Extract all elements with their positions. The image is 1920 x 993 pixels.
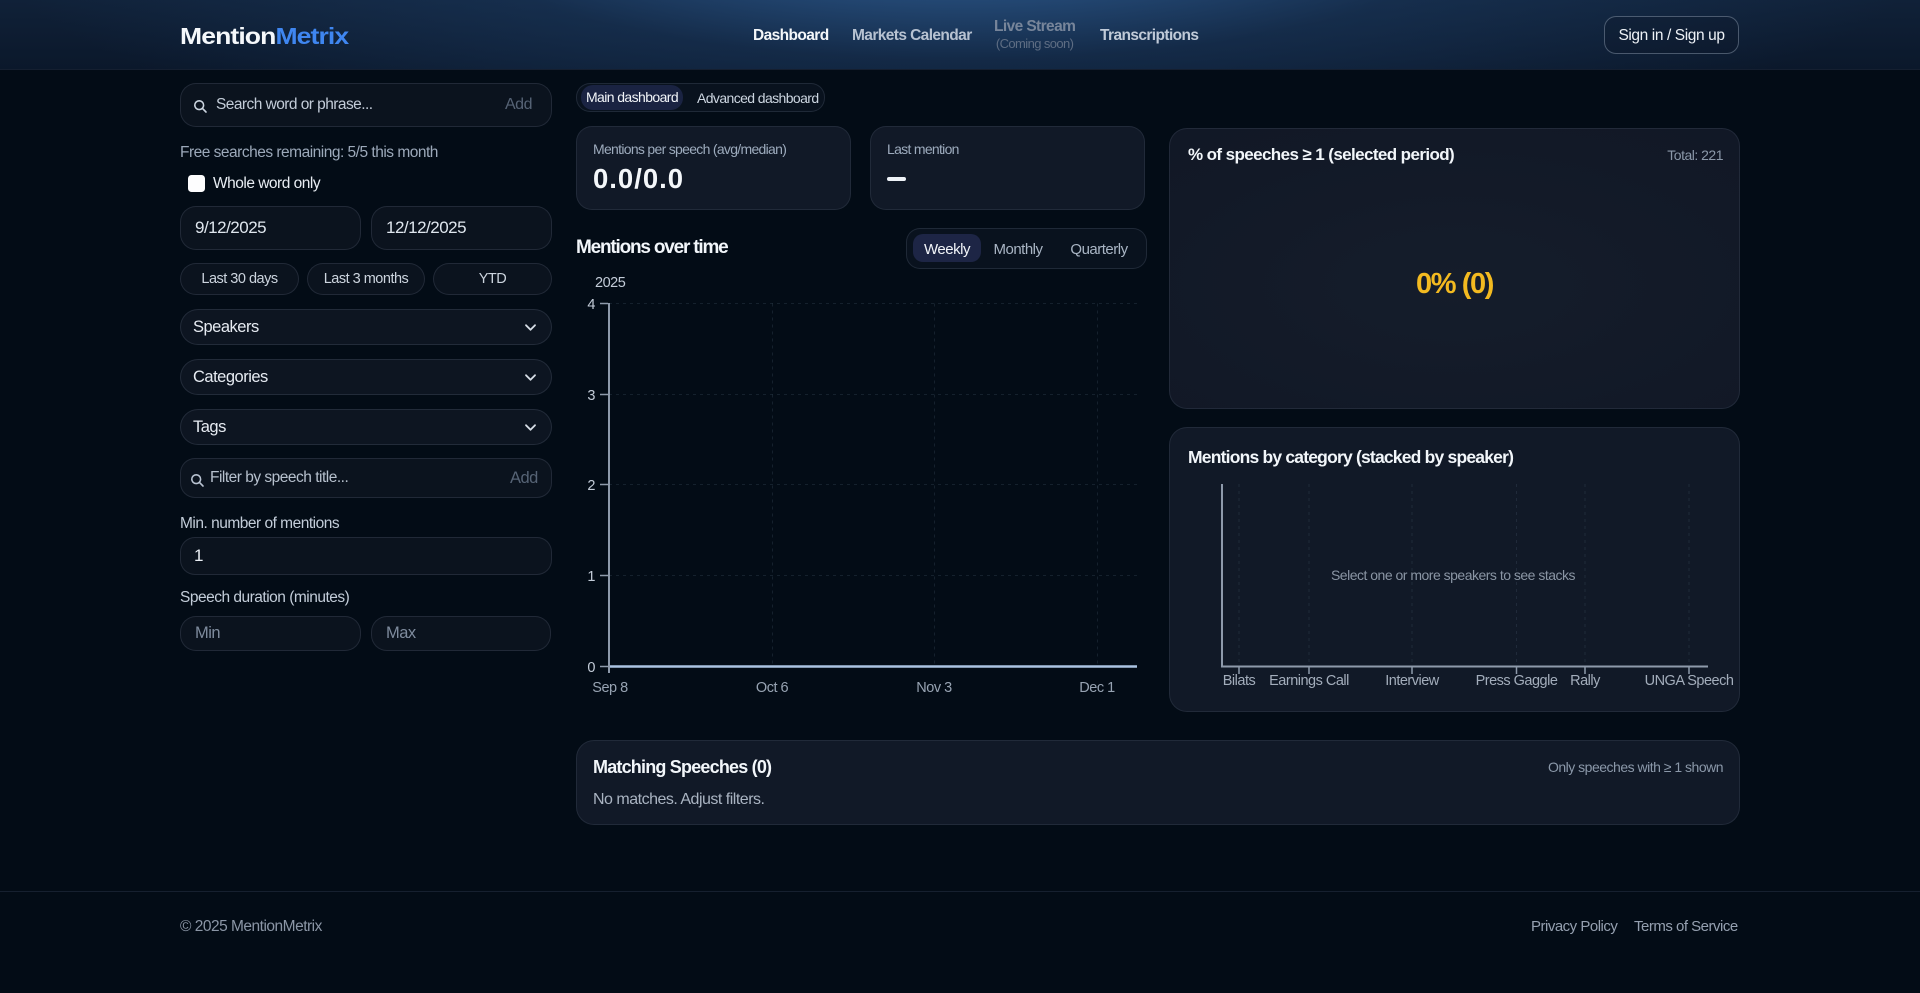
svg-text:Dec 1: Dec 1 xyxy=(1079,680,1115,696)
svg-text:1: 1 xyxy=(587,569,595,585)
svg-text:Interview: Interview xyxy=(1385,673,1440,689)
svg-text:0: 0 xyxy=(587,660,595,676)
svg-text:Oct 6: Oct 6 xyxy=(756,680,789,696)
svg-text:Nov 3: Nov 3 xyxy=(916,680,952,696)
svg-text:Sep 8: Sep 8 xyxy=(592,680,628,696)
svg-text:4: 4 xyxy=(587,297,595,313)
svg-text:Earnings Call: Earnings Call xyxy=(1269,673,1349,689)
svg-text:Press Gaggle: Press Gaggle xyxy=(1476,673,1558,689)
svg-text:UNGA Speech: UNGA Speech xyxy=(1645,673,1734,689)
svg-text:2025: 2025 xyxy=(595,275,626,291)
svg-text:Rally: Rally xyxy=(1570,673,1601,689)
svg-text:Bilats: Bilats xyxy=(1223,673,1256,689)
svg-text:3: 3 xyxy=(587,388,595,404)
svg-text:2: 2 xyxy=(587,478,595,494)
svg-text:Select one or more speakers to: Select one or more speakers to see stack… xyxy=(1331,567,1576,583)
